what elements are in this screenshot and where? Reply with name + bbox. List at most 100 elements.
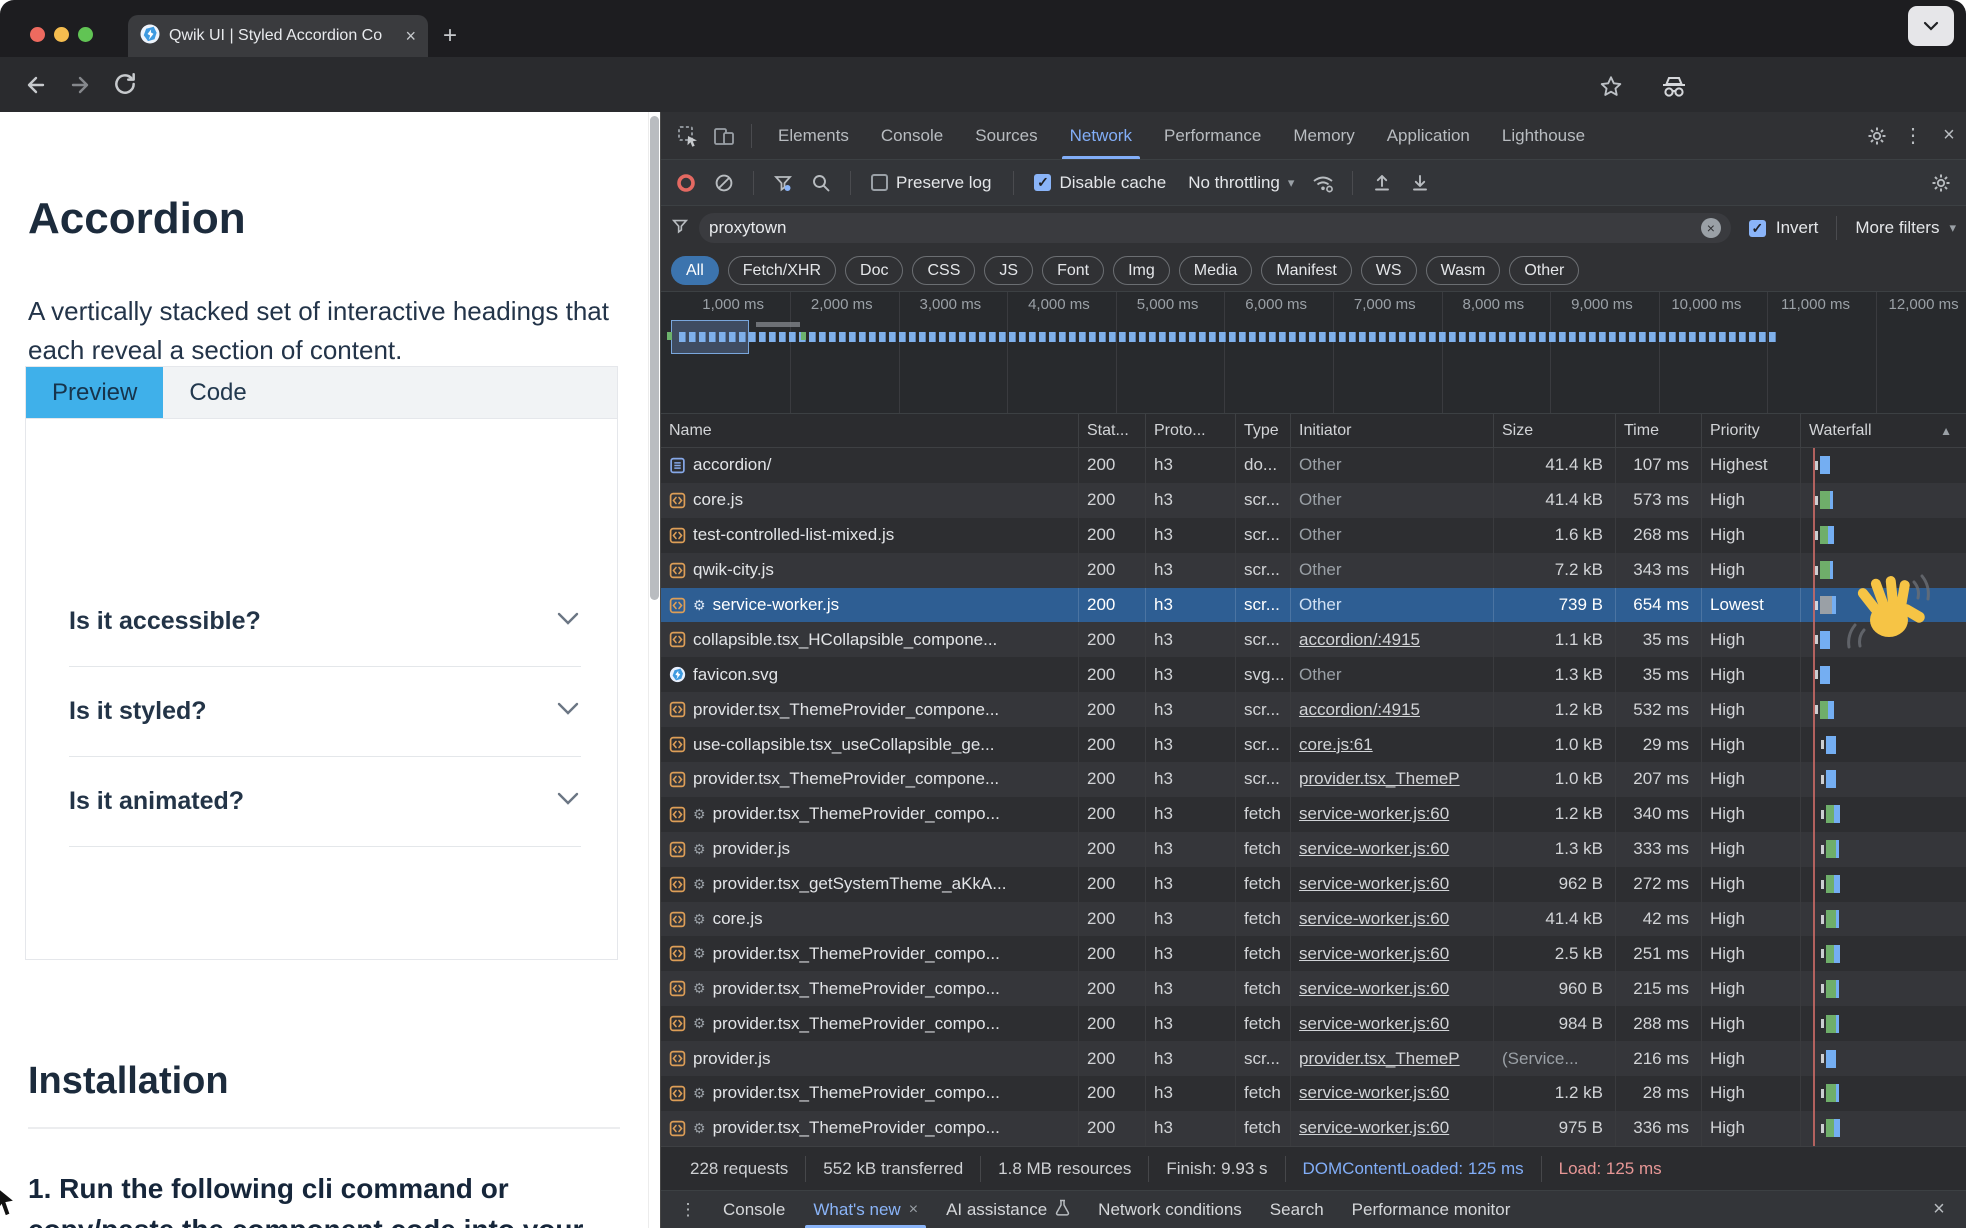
network-request-row[interactable]: test-controlled-list-mixed.js200h3scr...…: [661, 518, 1966, 553]
request-initiator-text[interactable]: core.js:61: [1299, 735, 1373, 755]
request-waterfall-cell[interactable]: [1801, 1076, 1966, 1111]
network-request-row[interactable]: ⚙provider.tsx_ThemeProvider_compo...200h…: [661, 1111, 1966, 1146]
network-request-row[interactable]: core.js200h3scr...Other41.4 kB573 msHigh: [661, 483, 1966, 518]
devtools-tab-console[interactable]: Console: [865, 112, 959, 159]
accordion-trigger[interactable]: Is it animated?: [26, 757, 617, 846]
filter-chip-manifest[interactable]: Manifest: [1261, 256, 1351, 285]
request-initiator-text[interactable]: accordion/:4915: [1299, 700, 1420, 720]
filter-chip-ws[interactable]: WS: [1361, 256, 1417, 285]
request-waterfall-cell[interactable]: [1801, 657, 1966, 692]
filter-chip-other[interactable]: Other: [1509, 256, 1579, 285]
preserve-log-checkbox[interactable]: [871, 174, 888, 191]
drawer-tab-networkconditions[interactable]: Network conditions: [1084, 1191, 1256, 1228]
request-waterfall-cell[interactable]: [1801, 971, 1966, 1006]
request-name-cell[interactable]: provider.js: [661, 1041, 1079, 1076]
devtools-tab-memory[interactable]: Memory: [1277, 112, 1370, 159]
clear-filter-icon[interactable]: ×: [1701, 218, 1721, 238]
network-request-row[interactable]: ⚙service-worker.js200h3scr...Other739 B6…: [661, 588, 1966, 623]
network-request-row[interactable]: use-collapsible.tsx_useCollapsible_ge...…: [661, 727, 1966, 762]
request-waterfall-cell[interactable]: [1801, 483, 1966, 518]
record-network-log-icon[interactable]: [669, 166, 703, 200]
network-request-row[interactable]: provider.tsx_ThemeProvider_compone...200…: [661, 762, 1966, 797]
devtools-settings-icon[interactable]: [1860, 119, 1894, 153]
request-name-cell[interactable]: accordion/: [661, 448, 1079, 483]
network-request-row[interactable]: ⚙provider.tsx_ThemeProvider_compo...200h…: [661, 797, 1966, 832]
column-header-proto[interactable]: Proto...: [1146, 414, 1236, 447]
column-header-initiator[interactable]: Initiator: [1291, 414, 1494, 447]
devtools-close-icon[interactable]: ×: [1932, 119, 1966, 153]
request-name-cell[interactable]: ⚙core.js: [661, 902, 1079, 937]
request-initiator-text[interactable]: service-worker.js:60: [1299, 839, 1449, 859]
column-header-priority[interactable]: Priority: [1702, 414, 1801, 447]
request-waterfall-cell[interactable]: [1801, 832, 1966, 867]
tab-close-icon[interactable]: ×: [405, 26, 416, 47]
filter-chip-wasm[interactable]: Wasm: [1426, 256, 1501, 285]
request-initiator-text[interactable]: service-worker.js:60: [1299, 1014, 1449, 1034]
devtools-tab-sources[interactable]: Sources: [959, 112, 1053, 159]
devtools-tab-lighthouse[interactable]: Lighthouse: [1486, 112, 1601, 159]
filter-icon[interactable]: [766, 166, 800, 200]
request-initiator-text[interactable]: service-worker.js:60: [1299, 804, 1449, 824]
request-initiator-text[interactable]: accordion/:4915: [1299, 630, 1420, 650]
request-initiator-text[interactable]: provider.tsx_ThemeP: [1299, 769, 1460, 789]
request-waterfall-cell[interactable]: [1801, 936, 1966, 971]
request-name-cell[interactable]: ⚙service-worker.js: [661, 588, 1079, 623]
request-name-cell[interactable]: test-controlled-list-mixed.js: [661, 518, 1079, 553]
drawer-tab-aiassistance[interactable]: AI assistance: [932, 1191, 1084, 1228]
drawer-tab-search[interactable]: Search: [1256, 1191, 1338, 1228]
filter-chip-media[interactable]: Media: [1179, 256, 1253, 285]
request-waterfall-cell[interactable]: [1801, 692, 1966, 727]
network-settings-icon[interactable]: [1924, 166, 1958, 200]
request-initiator-text[interactable]: service-worker.js:60: [1299, 874, 1449, 894]
request-name-cell[interactable]: favicon.svg: [661, 657, 1079, 692]
request-waterfall-cell[interactable]: [1801, 1041, 1966, 1076]
request-waterfall-cell[interactable]: [1801, 448, 1966, 483]
devtools-tab-application[interactable]: Application: [1371, 112, 1486, 159]
request-initiator-text[interactable]: provider.tsx_ThemeP: [1299, 1049, 1460, 1069]
request-initiator-text[interactable]: service-worker.js:60: [1299, 1118, 1449, 1138]
more-filters-button[interactable]: More filters: [1855, 218, 1939, 238]
request-waterfall-cell[interactable]: [1801, 727, 1966, 762]
devtools-more-icon[interactable]: ⋮: [1896, 119, 1930, 153]
filter-input-field[interactable]: ×: [699, 213, 1731, 243]
network-request-row[interactable]: collapsible.tsx_HCollapsible_compone...2…: [661, 622, 1966, 657]
network-request-row[interactable]: ⚙provider.tsx_ThemeProvider_compo...200h…: [661, 936, 1966, 971]
clear-network-log-icon[interactable]: [707, 166, 741, 200]
network-request-row[interactable]: ⚙core.js200h3fetchservice-worker.js:6041…: [661, 902, 1966, 937]
filter-chip-doc[interactable]: Doc: [845, 256, 903, 285]
window-close-button[interactable]: [30, 27, 45, 42]
disable-cache-checkbox[interactable]: ✓: [1034, 174, 1051, 191]
window-zoom-button[interactable]: [78, 27, 93, 42]
network-request-row[interactable]: qwik-city.js200h3scr...Other7.2 kB343 ms…: [661, 553, 1966, 588]
drawer-tab-console[interactable]: Console: [709, 1191, 799, 1228]
drawer-more-icon[interactable]: ⋮: [671, 1193, 705, 1227]
request-name-cell[interactable]: ⚙provider.tsx_ThemeProvider_compo...: [661, 971, 1079, 1006]
network-filter-input[interactable]: [709, 218, 1701, 238]
column-header-waterfall[interactable]: Waterfall▲: [1801, 414, 1966, 447]
request-name-cell[interactable]: provider.tsx_ThemeProvider_compone...: [661, 692, 1079, 727]
back-button[interactable]: [22, 71, 50, 104]
browser-tab[interactable]: Qwik UI | Styled Accordion Co ×: [128, 15, 428, 57]
reload-button[interactable]: [112, 71, 138, 102]
search-icon[interactable]: [804, 166, 838, 200]
drawer-close-icon[interactable]: ×: [1922, 1193, 1956, 1227]
new-tab-button[interactable]: +: [443, 22, 457, 50]
network-request-row[interactable]: ⚙provider.js200h3fetchservice-worker.js:…: [661, 832, 1966, 867]
inspect-element-icon[interactable]: [671, 119, 705, 153]
request-name-cell[interactable]: ⚙provider.tsx_ThemeProvider_compo...: [661, 797, 1079, 832]
request-name-cell[interactable]: qwik-city.js: [661, 553, 1079, 588]
request-name-cell[interactable]: collapsible.tsx_HCollapsible_compone...: [661, 622, 1079, 657]
tab-code[interactable]: Code: [163, 367, 272, 418]
request-name-cell[interactable]: provider.tsx_ThemeProvider_compone...: [661, 762, 1079, 797]
request-initiator-text[interactable]: service-worker.js:60: [1299, 979, 1449, 999]
request-initiator-text[interactable]: service-worker.js:60: [1299, 1083, 1449, 1103]
request-waterfall-cell[interactable]: [1801, 762, 1966, 797]
filter-chip-img[interactable]: Img: [1113, 256, 1170, 285]
request-waterfall-cell[interactable]: [1801, 867, 1966, 902]
accordion-trigger[interactable]: Is it styled?: [26, 667, 617, 756]
request-waterfall-cell[interactable]: [1801, 1111, 1966, 1146]
network-request-row[interactable]: ⚙provider.tsx_ThemeProvider_compo...200h…: [661, 971, 1966, 1006]
invert-checkbox[interactable]: ✓: [1749, 220, 1766, 237]
request-name-cell[interactable]: ⚙provider.js: [661, 832, 1079, 867]
device-toolbar-icon[interactable]: [707, 119, 741, 153]
